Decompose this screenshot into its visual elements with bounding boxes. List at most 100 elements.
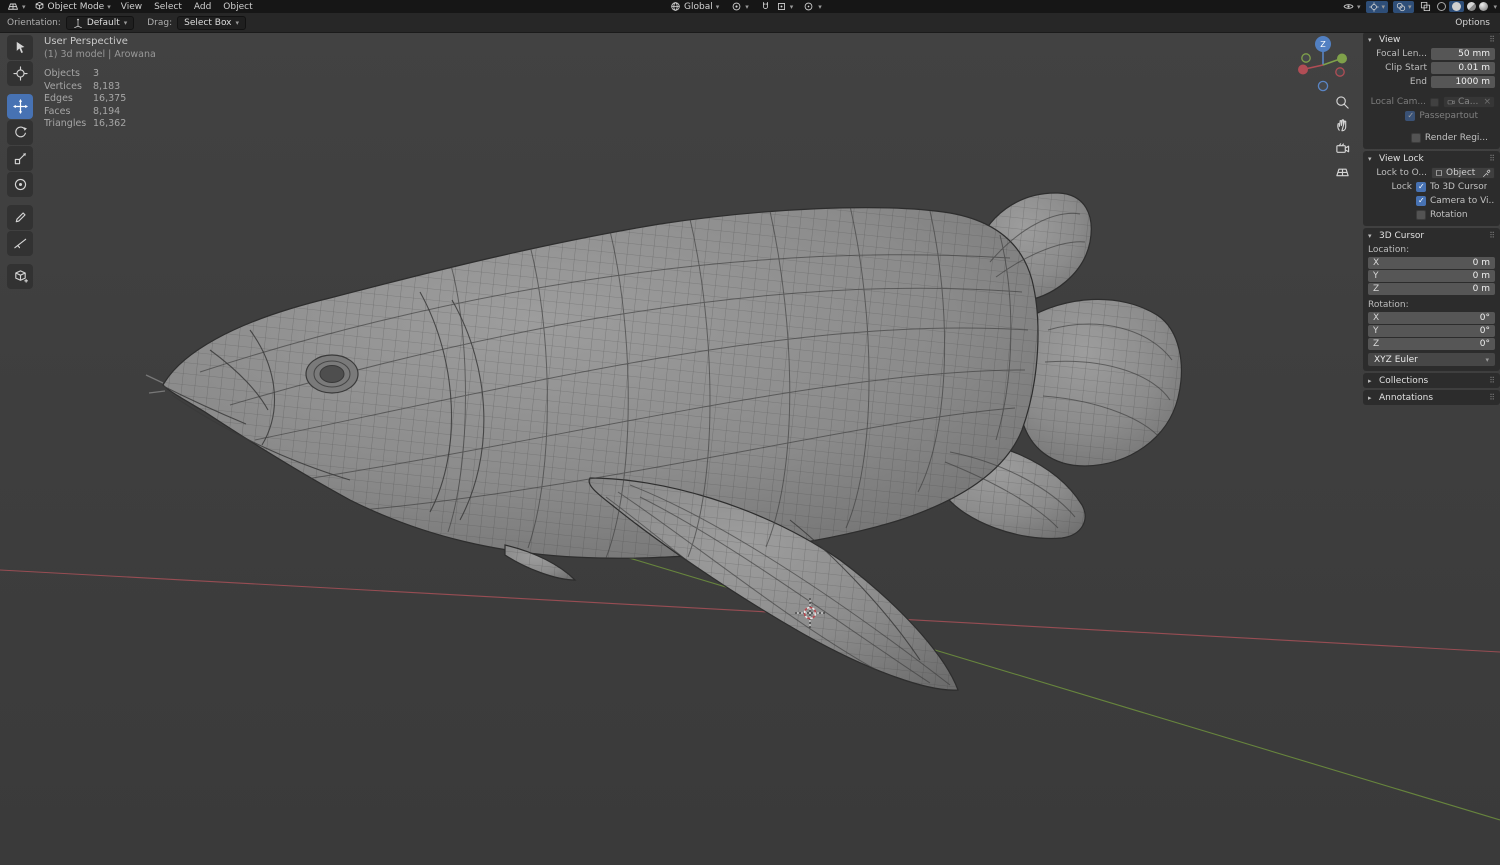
gizmo-y-neg-axis — [1301, 53, 1311, 63]
lock-to-object-label: Lock to O... — [1376, 168, 1427, 178]
menu-select[interactable]: Select — [148, 0, 188, 13]
proportional-edit-toggle[interactable] — [802, 0, 815, 13]
proportional-circle-icon — [804, 2, 813, 11]
passepartout-checkbox[interactable] — [1405, 111, 1416, 121]
tool-cursor[interactable] — [7, 61, 33, 86]
shading-dropdown-caret-icon[interactable] — [1493, 2, 1497, 12]
location-label: Location: — [1368, 244, 1410, 255]
panel-drag-icon[interactable] — [1489, 393, 1495, 402]
toolbar — [7, 35, 33, 289]
menu-view[interactable]: View — [115, 0, 148, 13]
tool-measure[interactable] — [7, 231, 33, 256]
focal-length-label: Focal Len... — [1376, 49, 1427, 59]
zoom-icon[interactable] — [1335, 95, 1350, 110]
gizmos-icon — [1369, 1, 1380, 12]
dropdown-caret-icon — [716, 2, 720, 12]
panel-3d-cursor: 3D Cursor Location: X 0 m Y 0 m Z 0 m Ro… — [1363, 228, 1500, 371]
lock-rotation-label: Rotation — [1430, 210, 1468, 220]
lock-rotation-checkbox[interactable] — [1416, 210, 1426, 220]
pan-hand-icon[interactable] — [1335, 118, 1350, 133]
gizmo-toggle[interactable] — [1366, 0, 1388, 13]
annotate-pencil-icon — [15, 212, 26, 223]
tool-scale[interactable] — [7, 146, 33, 171]
panel-view-header[interactable]: View — [1363, 32, 1500, 47]
perspective-toggle-icon[interactable] — [1335, 164, 1350, 179]
collapse-caret-icon — [1368, 377, 1375, 385]
lock-to-object-field[interactable]: Object — [1431, 167, 1495, 179]
pivot-dropdown[interactable] — [729, 0, 751, 13]
orientation-dropdown[interactable]: Global — [668, 0, 721, 13]
viewport-3d[interactable] — [0, 0, 1500, 865]
menu-object[interactable]: Object — [217, 0, 258, 13]
tool-annotate[interactable] — [7, 205, 33, 230]
rotation-mode-dropdown[interactable]: XYZ Euler — [1368, 353, 1495, 366]
panel-view-lock: View Lock Lock to O... Object Lock — [1363, 151, 1500, 226]
dropdown-caret-icon — [236, 18, 240, 28]
drag-label: Drag: — [147, 17, 173, 28]
panel-title: Collections — [1379, 375, 1429, 386]
shading-mode-buttons — [1437, 1, 1489, 12]
clear-icon[interactable] — [1483, 97, 1491, 107]
mode-selector[interactable]: Object Mode — [30, 0, 115, 13]
panel-collections-header[interactable]: Collections — [1363, 373, 1500, 388]
panel-drag-icon[interactable] — [1489, 231, 1495, 240]
object-icon — [1436, 170, 1442, 176]
shading-wireframe-button[interactable] — [1437, 2, 1447, 11]
snap-target-icon — [777, 2, 785, 11]
topbar: Object Mode View Select Add Object Globa… — [0, 0, 1500, 13]
panel-annotations-header[interactable]: Annotations — [1363, 390, 1500, 405]
panel-drag-icon[interactable] — [1489, 376, 1495, 385]
dropdown-caret-icon — [1381, 2, 1385, 12]
local-camera-checkbox[interactable] — [1430, 97, 1439, 107]
eyedropper-icon[interactable] — [1482, 169, 1491, 178]
cursor-rotation-y-field[interactable]: Y 0° — [1368, 325, 1495, 337]
focal-length-field[interactable]: 50 mm — [1431, 48, 1495, 60]
render-region-checkbox[interactable] — [1410, 133, 1421, 143]
panel-view-lock-header[interactable]: View Lock — [1363, 151, 1500, 166]
tool-add-cube[interactable] — [7, 264, 33, 289]
panel-drag-icon[interactable] — [1489, 35, 1495, 44]
cursor-location-x-field[interactable]: X 0 m — [1368, 257, 1495, 269]
orientation-default-dropdown[interactable]: Default — [65, 15, 135, 30]
local-camera-field[interactable]: Ca... — [1443, 96, 1495, 108]
panel-annotations: Annotations — [1363, 390, 1500, 405]
shading-solid-button[interactable] — [1449, 1, 1465, 12]
cursor-rotation-x-field[interactable]: X 0° — [1368, 312, 1495, 324]
lock-3d-cursor-label: To 3D Cursor — [1430, 182, 1488, 192]
menu-add[interactable]: Add — [188, 0, 217, 13]
drag-dropdown[interactable]: Select Box — [177, 15, 247, 30]
clip-start-field[interactable]: 0.01 m — [1431, 62, 1495, 74]
visibility-dropdown[interactable] — [1342, 0, 1362, 13]
shading-material-button[interactable] — [1467, 2, 1477, 11]
panel-view: View Focal Len... 50 mm Clip Start 0.01 … — [1363, 32, 1500, 149]
passepartout-label: Passepartout — [1419, 111, 1478, 121]
cursor-rotation-z-field[interactable]: Z 0° — [1368, 338, 1495, 350]
lock-label: Lock — [1391, 182, 1412, 192]
viewport-header-icons — [1342, 0, 1497, 13]
collapse-caret-icon — [1368, 394, 1375, 402]
cursor-location-z-field[interactable]: Z 0 m — [1368, 283, 1495, 295]
tool-select-box[interactable] — [7, 35, 33, 60]
options-button[interactable]: Options — [1452, 18, 1493, 28]
dropdown-caret-icon — [1485, 355, 1489, 365]
sidebar-panel: View Focal Len... 50 mm Clip Start 0.01 … — [1363, 32, 1500, 405]
camera-view-icon[interactable] — [1335, 141, 1350, 156]
shading-rendered-button[interactable] — [1479, 2, 1489, 11]
lock-3d-cursor-checkbox[interactable] — [1416, 182, 1426, 192]
snap-target-dropdown[interactable] — [775, 0, 795, 13]
editor-type-button[interactable] — [3, 0, 30, 13]
snap-toggle[interactable] — [759, 0, 772, 13]
dropdown-caret-icon[interactable] — [818, 2, 822, 12]
select-box-icon — [16, 41, 24, 54]
tool-transform[interactable] — [7, 172, 33, 197]
panel-3d-cursor-header[interactable]: 3D Cursor — [1363, 228, 1500, 243]
xray-toggle[interactable] — [1419, 0, 1432, 13]
panel-drag-icon[interactable] — [1489, 154, 1495, 163]
tool-move[interactable] — [7, 94, 33, 119]
cursor-location-y-field[interactable]: Y 0 m — [1368, 270, 1495, 282]
navigation-gizmo[interactable]: Z — [1294, 33, 1352, 95]
clip-end-field[interactable]: 1000 m — [1431, 76, 1495, 88]
tool-rotate[interactable] — [7, 120, 33, 145]
camera-to-view-checkbox[interactable] — [1416, 196, 1426, 206]
overlays-toggle[interactable] — [1392, 0, 1415, 13]
